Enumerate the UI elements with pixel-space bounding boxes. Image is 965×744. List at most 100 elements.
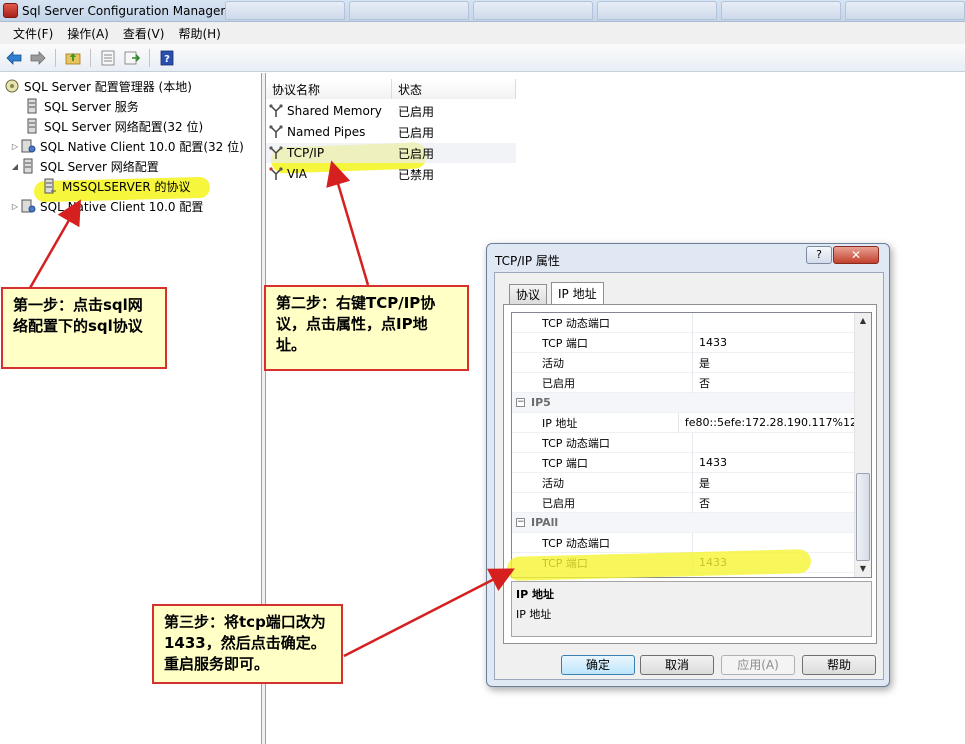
list-row-tcpip[interactable]: TCP/IP 已启用 [266, 143, 516, 163]
tcpip-properties-dialog: TCP/IP 属性 ? ✕ 协议 IP 地址 TCP 动态端口 TCP 端口 14… [486, 243, 890, 687]
protocol-name: Named Pipes [287, 125, 366, 139]
network-config-icon [24, 118, 40, 134]
tree-item-root[interactable]: SQL Server 配置管理器 (本地) [4, 76, 192, 96]
ip-address-tab-panel: TCP 动态端口 TCP 端口 1433 活动是 已启用否 − IP5 IP 地址 f… [503, 304, 877, 644]
grid-row[interactable]: TCP 端口 1433 [512, 332, 857, 353]
grid-row[interactable]: 活动是 [512, 472, 857, 493]
tree-item-label: SQL Server 服务 [44, 99, 139, 114]
menu-bar: 文件(F) 操作(A) 查看(V) 帮助(H) [0, 22, 965, 44]
scroll-thumb[interactable] [856, 473, 870, 561]
annotation-step-1: 第一步：点击sql网络配置下的sql协议 [1, 287, 167, 369]
tree-item-network-config[interactable]: ◢ SQL Server 网络配置 [10, 156, 159, 176]
expand-arrow-icon[interactable]: ▷ [10, 202, 20, 211]
property-grid: TCP 动态端口 TCP 端口 1433 活动是 已启用否 − IP5 IP 地址 f… [511, 312, 872, 578]
background-tab [225, 1, 345, 20]
sql-server-app-icon [3, 3, 18, 18]
menu-help[interactable]: 帮助(H) [171, 25, 227, 42]
grid-row[interactable]: TCP 端口 1433 [512, 452, 857, 473]
toolbar-separator [149, 48, 150, 67]
tab-ip-address[interactable]: IP 地址 [551, 282, 604, 304]
background-tab [473, 1, 593, 20]
grid-scrollbar[interactable]: ▲ ▼ [854, 313, 871, 577]
forward-icon[interactable] [28, 48, 48, 68]
list-row-named-pipes[interactable]: Named Pipes 已启用 [266, 122, 516, 142]
list-row-shared-memory[interactable]: Shared Memory 已启用 [266, 101, 516, 121]
list-header: 协议名称 状态 [266, 79, 516, 99]
apply-button[interactable]: 应用(A) [721, 655, 795, 675]
grid-category-ipall[interactable]: − IPAll [512, 513, 857, 533]
help-icon[interactable]: ? [157, 48, 177, 68]
grid-category-ip5[interactable]: − IP5 [512, 393, 857, 413]
toolbar: ? [0, 44, 965, 72]
back-icon[interactable] [4, 48, 24, 68]
annotation-step-3: 第三步：将tcp端口改为1433，然后点击确定。重启服务即可。 [152, 604, 343, 684]
protocol-name: Shared Memory [287, 104, 382, 118]
cancel-button[interactable]: 取消 [640, 655, 714, 675]
collapse-arrow-icon[interactable]: ◢ [10, 162, 20, 171]
background-tab [349, 1, 469, 20]
tree-item-native-client[interactable]: ▷ SQL Native Client 10.0 配置 [10, 196, 203, 216]
dialog-title: TCP/IP 属性 [495, 254, 560, 268]
network-config-icon [20, 158, 36, 174]
annotation-step-2: 第二步：右键TCP/IP协议，点击属性，点IP地址。 [264, 285, 469, 371]
protocol-status: 已启用 [398, 125, 435, 140]
grid-row[interactable]: 已启用否 [512, 372, 857, 393]
dialog-body: 协议 IP 地址 TCP 动态端口 TCP 端口 1433 活动是 已启用否 − I… [494, 272, 884, 680]
up-folder-icon[interactable] [63, 48, 83, 68]
grid-row[interactable]: 已启用否 [512, 492, 857, 513]
menu-action[interactable]: 操作(A) [60, 25, 116, 42]
native-client-icon [20, 138, 36, 154]
toolbar-separator [90, 48, 91, 67]
scroll-up-icon[interactable]: ▲ [855, 313, 871, 329]
help-button[interactable]: 帮助 [802, 655, 876, 675]
menu-view[interactable]: 查看(V) [116, 25, 172, 42]
grid-row[interactable]: 活动是 [512, 352, 857, 373]
grid-row[interactable]: TCP 动态端口 [512, 313, 857, 333]
collapse-minus-icon[interactable]: − [516, 398, 525, 407]
export-icon[interactable] [122, 48, 142, 68]
background-tab [845, 1, 965, 20]
ok-button[interactable]: 确定 [561, 655, 635, 675]
config-manager-icon [4, 78, 20, 94]
collapse-minus-icon[interactable]: − [516, 518, 525, 527]
tree-item-label: SQL Native Client 10.0 配置(32 位) [40, 139, 244, 154]
list-row-via[interactable]: VIA 已禁用 [266, 164, 516, 184]
window-title: Sql Server Configuration Manager [22, 4, 226, 18]
tab-protocol[interactable]: 协议 [509, 284, 548, 304]
grid-row[interactable]: TCP 动态端口 [512, 432, 857, 453]
native-client-icon [20, 198, 36, 214]
description-panel: IP 地址 IP 地址 [511, 581, 872, 637]
background-tab [597, 1, 717, 20]
column-header-protocol-name[interactable]: 协议名称 [266, 79, 392, 99]
tree-item-label: SQL Server 配置管理器 (本地) [24, 79, 192, 94]
grid-row[interactable]: TCP 动态端口 [512, 532, 857, 553]
properties-icon[interactable] [98, 48, 118, 68]
grid-row[interactable]: IP 地址 fe80::5efe:172.28.190.117%12 [512, 412, 857, 433]
tree-item-mssqlserver-protocols[interactable]: MSSQLSERVER 的协议 [42, 176, 191, 196]
tree-item-label: MSSQLSERVER 的协议 [62, 179, 191, 194]
protocol-disabled-icon [269, 167, 283, 180]
menu-file[interactable]: 文件(F) [6, 25, 60, 42]
description-text: IP 地址 [516, 608, 552, 621]
protocol-icon [269, 104, 283, 117]
expand-arrow-icon[interactable]: ▷ [10, 142, 20, 151]
title-bar: Sql Server Configuration Manager [0, 0, 965, 22]
background-browser-tabs [225, 1, 965, 21]
server-services-icon [24, 98, 40, 114]
protocol-status: 已启用 [398, 104, 435, 119]
tree-item-label: SQL Native Client 10.0 配置 [40, 199, 204, 214]
protocol-status: 已启用 [398, 146, 435, 161]
tree-item-network-config-32[interactable]: SQL Server 网络配置(32 位) [24, 116, 203, 136]
description-title: IP 地址 [516, 588, 554, 601]
column-header-status[interactable]: 状态 [392, 79, 516, 99]
protocols-icon [42, 178, 58, 194]
protocol-icon [269, 125, 283, 138]
dialog-close-button[interactable]: ✕ [833, 246, 879, 264]
dialog-help-button[interactable]: ? [806, 246, 832, 264]
protocol-name: VIA [287, 167, 307, 181]
protocol-name: TCP/IP [287, 146, 325, 160]
tree-item-label: SQL Server 网络配置 [40, 159, 159, 174]
tree-item-sql-server-services[interactable]: SQL Server 服务 [24, 96, 139, 116]
tree-item-native-client-32[interactable]: ▷ SQL Native Client 10.0 配置(32 位) [10, 136, 244, 156]
scroll-down-icon[interactable]: ▼ [855, 561, 871, 577]
